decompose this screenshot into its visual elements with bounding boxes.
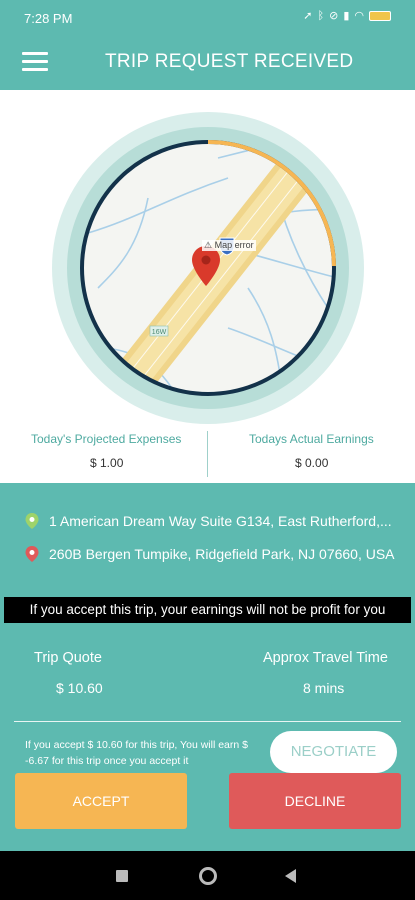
wifi-icon: ◠	[354, 9, 364, 22]
page-title: TRIP REQUEST RECEIVED	[105, 51, 354, 72]
travel-time-label: Approx Travel Time	[263, 650, 388, 666]
earnings-label: Todays Actual Earnings	[249, 432, 374, 446]
dropoff-pin-icon	[25, 546, 39, 562]
location-arrow-icon: ➚	[303, 9, 313, 22]
stats-divider	[207, 431, 208, 477]
menu-icon[interactable]	[22, 52, 48, 72]
highway-label-text: 16W	[152, 329, 167, 336]
divider	[14, 721, 401, 722]
status-icons: ➚ ᛒ ⊘ ▮ ◠	[303, 9, 391, 22]
negotiate-button[interactable]: NEGOTIATE	[270, 731, 397, 773]
profit-warning-banner: If you accept this trip, your earnings w…	[4, 597, 411, 623]
map-warning-text: Map error	[214, 240, 254, 250]
bluetooth-icon: ᛒ	[317, 9, 325, 22]
home-icon[interactable]	[199, 867, 217, 885]
expenses-value: $ 1.00	[90, 456, 124, 470]
accept-button[interactable]: ACCEPT	[15, 773, 187, 829]
map-warning: ⚠ Map error	[202, 240, 256, 251]
pickup-address-row: 1 American Dream Way Suite G134, East Ru…	[24, 512, 404, 530]
earnings-value: $ 0.00	[295, 456, 329, 470]
earnings-note: If you accept $ 10.60 for this trip, You…	[25, 739, 248, 767]
map-card: 95 16W ⚠ Map error Today's Projected Exp…	[0, 90, 415, 483]
status-time: 7:28 PM	[24, 11, 73, 26]
back-icon[interactable]	[285, 869, 296, 883]
travel-time-value: 8 mins	[303, 680, 345, 696]
highway-label: 16W	[149, 325, 169, 337]
decline-button[interactable]: DECLINE	[229, 773, 401, 829]
dropoff-address: 260B Bergen Tumpike, Ridgefield Park, NJ…	[49, 546, 395, 562]
pickup-address: 1 American Dream Way Suite G134, East Ru…	[49, 513, 392, 529]
trip-quote-label: Trip Quote	[34, 650, 102, 666]
stats-row: Today's Projected Expenses $ 1.00 Todays…	[0, 427, 415, 483]
dropoff-address-row: 260B Bergen Tumpike, Ridgefield Park, NJ…	[24, 545, 404, 563]
expenses-label: Today's Projected Expenses	[31, 432, 182, 446]
signal-icon: ▮	[343, 9, 350, 22]
mute-icon: ⊘	[329, 9, 339, 22]
route-map[interactable]: 95 16W	[78, 138, 338, 398]
recent-apps-icon[interactable]	[116, 870, 128, 882]
status-bar: 7:28 PM ➚ ᛒ ⊘ ▮ ◠	[0, 0, 415, 34]
battery-icon	[369, 10, 391, 21]
system-nav-bar	[0, 851, 415, 900]
trip-quote-value: $ 10.60	[56, 680, 103, 696]
pickup-pin-icon	[25, 513, 39, 529]
app-bar: TRIP REQUEST RECEIVED	[0, 34, 415, 90]
